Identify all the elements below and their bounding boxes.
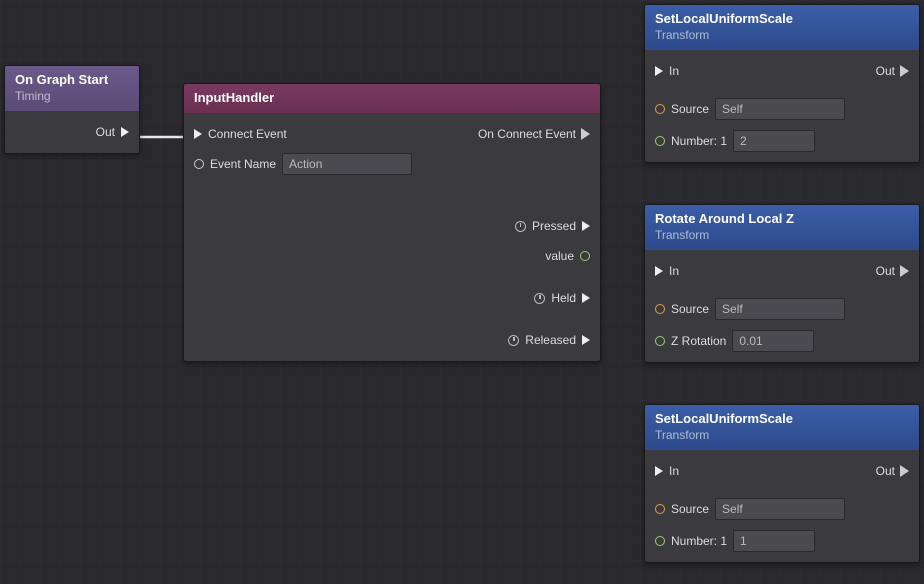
- exec-out-icon: [582, 129, 590, 139]
- exec-out-icon: [582, 335, 590, 345]
- node-category: Transform: [655, 228, 909, 242]
- node-title: InputHandler: [194, 90, 590, 105]
- port-value[interactable]: value: [194, 243, 590, 269]
- exec-out-icon: [582, 221, 590, 231]
- number-input[interactable]: [733, 130, 815, 152]
- data-port-icon[interactable]: [194, 159, 204, 169]
- port-label: Out: [876, 264, 895, 278]
- clock-icon: [515, 221, 526, 232]
- port-label: value: [545, 249, 574, 263]
- field-number: Number: 1: [655, 528, 909, 554]
- data-port-icon[interactable]: [655, 304, 665, 314]
- field-label: Number: 1: [671, 134, 727, 148]
- node-category: Transform: [655, 28, 909, 42]
- node-on-graph-start[interactable]: On Graph Start Timing Out: [4, 65, 140, 154]
- node-header[interactable]: InputHandler: [184, 84, 600, 113]
- port-label: Out: [876, 464, 895, 478]
- z-rotation-input[interactable]: [732, 330, 814, 352]
- port-label: In: [669, 264, 679, 278]
- clock-icon: [508, 335, 519, 346]
- node-title: On Graph Start: [15, 72, 129, 87]
- port-label: Connect Event: [208, 127, 287, 141]
- data-port-icon: [580, 251, 590, 261]
- exec-out-icon: [582, 293, 590, 303]
- node-rotate-around-local-z[interactable]: Rotate Around Local Z Transform In Out S…: [644, 204, 920, 363]
- port-out[interactable]: Out: [876, 458, 909, 484]
- exec-in-icon: [655, 266, 663, 276]
- field-label: Event Name: [210, 157, 276, 171]
- node-header[interactable]: SetLocalUniformScale Transform: [645, 5, 919, 50]
- node-title: SetLocalUniformScale: [655, 11, 909, 26]
- node-header[interactable]: SetLocalUniformScale Transform: [645, 405, 919, 450]
- port-label: In: [669, 464, 679, 478]
- data-port-icon[interactable]: [655, 504, 665, 514]
- node-set-local-uniform-scale-2[interactable]: SetLocalUniformScale Transform In Out So…: [644, 404, 920, 563]
- port-label: Out: [876, 64, 895, 78]
- node-input-handler[interactable]: InputHandler Connect Event On Connect Ev…: [183, 83, 601, 362]
- field-label: Number: 1: [671, 534, 727, 548]
- port-label: In: [669, 64, 679, 78]
- port-label: Released: [525, 333, 576, 347]
- port-in[interactable]: In: [655, 58, 679, 84]
- source-input[interactable]: [715, 98, 845, 120]
- source-input[interactable]: [715, 498, 845, 520]
- port-released[interactable]: Released: [194, 327, 590, 353]
- port-out[interactable]: Out: [15, 119, 129, 145]
- node-set-local-uniform-scale-1[interactable]: SetLocalUniformScale Transform In Out So…: [644, 4, 920, 163]
- event-name-input[interactable]: [282, 153, 412, 175]
- data-port-icon[interactable]: [655, 536, 665, 546]
- field-label: Source: [671, 302, 709, 316]
- field-source: Source: [655, 496, 909, 522]
- field-label: Source: [671, 102, 709, 116]
- data-port-icon[interactable]: [655, 336, 665, 346]
- number-input[interactable]: [733, 530, 815, 552]
- node-title: Rotate Around Local Z: [655, 211, 909, 226]
- source-input[interactable]: [715, 298, 845, 320]
- port-label: Held: [551, 291, 576, 305]
- field-z-rotation: Z Rotation: [655, 328, 909, 354]
- data-port-icon[interactable]: [655, 104, 665, 114]
- port-connect-event[interactable]: Connect Event: [194, 121, 287, 147]
- exec-out-icon: [901, 266, 909, 276]
- node-header[interactable]: On Graph Start Timing: [5, 66, 139, 111]
- field-label: Z Rotation: [671, 334, 726, 348]
- exec-in-icon: [655, 466, 663, 476]
- port-label: Pressed: [532, 219, 576, 233]
- port-pressed[interactable]: Pressed: [194, 213, 590, 239]
- exec-out-icon: [901, 466, 909, 476]
- port-on-connect-event[interactable]: On Connect Event: [478, 121, 590, 147]
- field-event-name: Event Name: [194, 151, 590, 177]
- node-category: Timing: [15, 89, 129, 103]
- clock-icon: [534, 293, 545, 304]
- port-out[interactable]: Out: [876, 258, 909, 284]
- port-in[interactable]: In: [655, 458, 679, 484]
- field-source: Source: [655, 96, 909, 122]
- port-label: On Connect Event: [478, 127, 576, 141]
- exec-in-icon: [655, 66, 663, 76]
- port-in[interactable]: In: [655, 258, 679, 284]
- field-source: Source: [655, 296, 909, 322]
- node-title: SetLocalUniformScale: [655, 411, 909, 426]
- field-number: Number: 1: [655, 128, 909, 154]
- exec-out-icon: [901, 66, 909, 76]
- node-header[interactable]: Rotate Around Local Z Transform: [645, 205, 919, 250]
- port-out[interactable]: Out: [876, 58, 909, 84]
- data-port-icon[interactable]: [655, 136, 665, 146]
- node-category: Transform: [655, 428, 909, 442]
- exec-in-icon: [194, 129, 202, 139]
- field-label: Source: [671, 502, 709, 516]
- exec-out-icon: [121, 127, 129, 137]
- port-label: Out: [96, 125, 115, 139]
- port-held[interactable]: Held: [194, 285, 590, 311]
